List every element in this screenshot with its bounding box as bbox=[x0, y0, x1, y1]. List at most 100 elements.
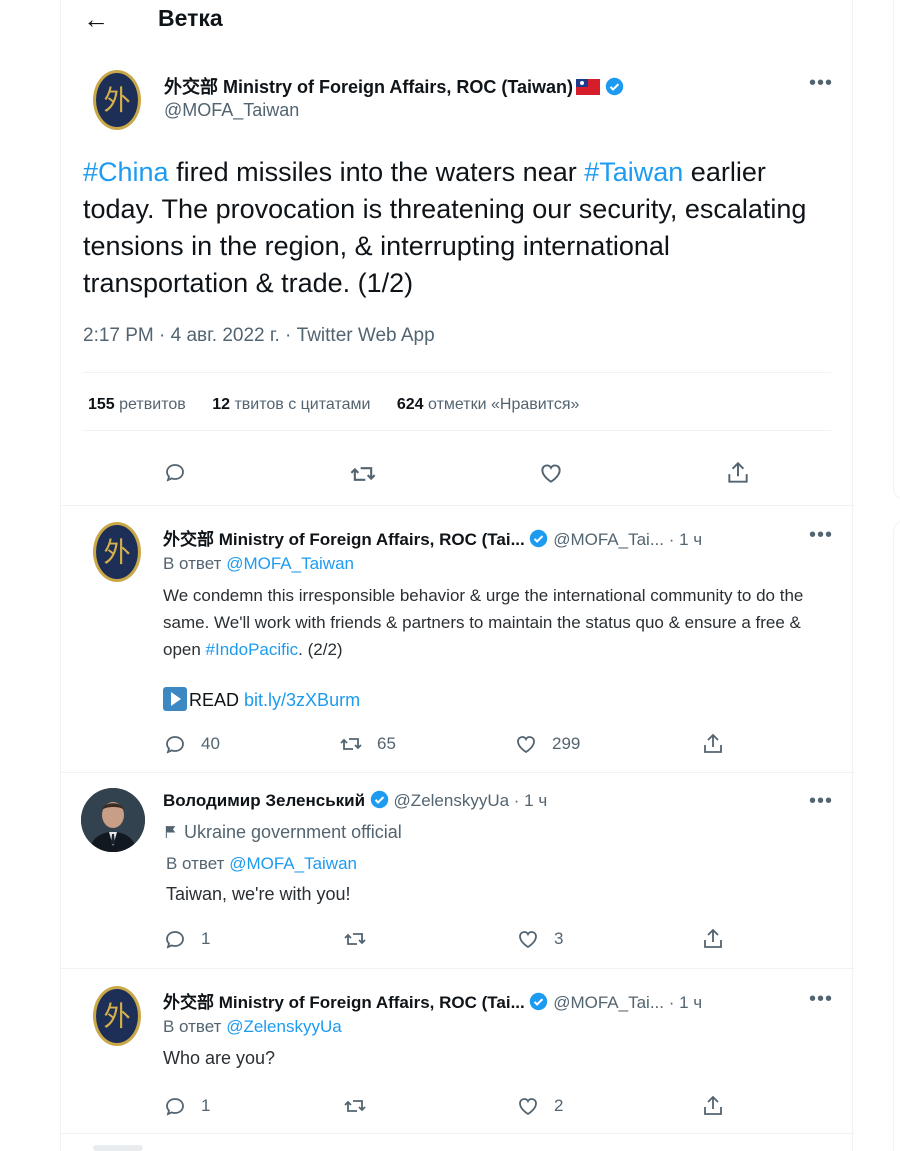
mofa-avatar[interactable]: 外 bbox=[93, 986, 141, 1046]
retweet-button[interactable] bbox=[343, 1094, 367, 1118]
retweet-button[interactable]: 65 bbox=[339, 732, 396, 756]
reply-button[interactable] bbox=[163, 460, 187, 484]
hashtag-china[interactable]: #China bbox=[83, 157, 169, 187]
tweet-time[interactable]: · 1 ч bbox=[669, 993, 702, 1012]
arrow-left-icon[interactable]: ← bbox=[83, 4, 109, 34]
reply-context: В ответ @MOFA_Taiwan bbox=[163, 554, 354, 573]
reply-context: В ответ @MOFA_Taiwan bbox=[166, 854, 357, 873]
reply-count: 1 bbox=[201, 929, 211, 948]
tweet-meta[interactable]: 2:17 PM · 4 авг. 2022 г. · Twitter Web A… bbox=[83, 325, 435, 347]
like-button[interactable]: 2 bbox=[516, 1094, 563, 1118]
reply-text: We condemn this irresponsible behavior &… bbox=[163, 586, 804, 659]
verified-badge-icon bbox=[605, 77, 624, 96]
author-handle[interactable]: @ZelenskyyUa bbox=[394, 791, 510, 810]
play-button-icon bbox=[163, 687, 187, 711]
side-panel-top bbox=[893, 0, 900, 500]
reply-count: 1 bbox=[201, 1096, 211, 1115]
government-label: Ukraine government official bbox=[163, 822, 402, 843]
tweet-stats: 155 ретвитов 12 твитов с цитатами 624 от… bbox=[88, 396, 579, 414]
hashtag-indopacific[interactable]: #IndoPacific bbox=[206, 640, 299, 659]
reply-icon bbox=[166, 931, 184, 949]
like-count: 299 bbox=[552, 734, 581, 753]
mofa-avatar[interactable]: 外 bbox=[93, 70, 141, 130]
reply-button[interactable]: 40 bbox=[163, 732, 220, 756]
tweet-text: #China fired missiles into the waters ne… bbox=[83, 157, 807, 298]
thread-column: ← Ветка 外 外交部 Ministry of Foreign Affair… bbox=[60, 0, 854, 1151]
retweets-stat[interactable]: 155 ретвитов bbox=[88, 396, 186, 413]
like-count: 2 bbox=[554, 1096, 564, 1115]
more-options-icon[interactable]: ••• bbox=[809, 524, 833, 547]
reply-header: 外交部 Ministry of Foreign Affairs, ROC (Ta… bbox=[163, 525, 702, 550]
reply-text: Who are you? bbox=[163, 1048, 276, 1068]
divider bbox=[83, 372, 831, 373]
share-button[interactable] bbox=[701, 927, 725, 951]
author-name[interactable]: 外交部 Ministry of Foreign Affairs, ROC (Ta… bbox=[164, 77, 573, 97]
divider bbox=[61, 1133, 854, 1134]
reply-header: 外交部 Ministry of Foreign Affairs, ROC (Ta… bbox=[163, 988, 702, 1013]
author-name[interactable]: Володимир Зеленський bbox=[163, 791, 365, 810]
reply-button[interactable]: 1 bbox=[163, 927, 210, 951]
zelenskyy-avatar[interactable] bbox=[81, 788, 145, 852]
heart-icon bbox=[541, 464, 561, 483]
reply-button[interactable]: 1 bbox=[163, 1094, 210, 1118]
divider bbox=[83, 430, 831, 431]
page-title: Ветка bbox=[158, 5, 223, 31]
taiwan-flag-icon bbox=[576, 79, 601, 95]
author-name[interactable]: 外交部 Ministry of Foreign Affairs, ROC (Ta… bbox=[163, 530, 525, 549]
reply-count: 40 bbox=[201, 734, 220, 753]
author-name[interactable]: 外交部 Ministry of Foreign Affairs, ROC (Ta… bbox=[163, 993, 525, 1012]
retweet-icon bbox=[340, 738, 362, 750]
next-avatar-partial bbox=[93, 1145, 143, 1151]
author-handle[interactable]: @MOFA_Taiwan bbox=[164, 100, 299, 121]
reply-icon bbox=[166, 464, 184, 482]
reply-header: Володимир Зеленський @ZelenskyyUa · 1 ч bbox=[163, 790, 547, 811]
flag-icon bbox=[165, 826, 176, 838]
thread-header: ← Ветка bbox=[61, 0, 854, 44]
author-handle[interactable]: @MOFA_Tai... bbox=[553, 530, 664, 549]
mofa-avatar[interactable]: 外 bbox=[93, 522, 141, 582]
tweet-time[interactable]: · 1 ч bbox=[669, 530, 702, 549]
more-options-icon[interactable]: ••• bbox=[809, 72, 833, 95]
reply-icon bbox=[166, 1098, 184, 1116]
like-button[interactable]: 3 bbox=[516, 927, 563, 951]
verified-badge-icon bbox=[530, 529, 548, 548]
heart-icon bbox=[519, 1098, 537, 1116]
verified-badge-icon bbox=[370, 790, 389, 809]
retweet-count: 65 bbox=[377, 734, 396, 753]
heart-icon bbox=[517, 736, 535, 754]
share-icon bbox=[704, 928, 722, 948]
mention-link[interactable]: @ZelenskyyUa bbox=[226, 1017, 342, 1036]
more-options-icon[interactable]: ••• bbox=[809, 790, 833, 813]
retweet-icon bbox=[344, 1100, 366, 1112]
like-button[interactable]: 299 bbox=[514, 732, 580, 756]
share-icon bbox=[728, 461, 748, 483]
retweet-button[interactable] bbox=[343, 927, 367, 951]
divider bbox=[61, 968, 854, 969]
like-button[interactable] bbox=[538, 460, 564, 486]
svg-text:外: 外 bbox=[103, 85, 130, 116]
svg-text:外: 外 bbox=[103, 1001, 130, 1032]
hashtag-taiwan[interactable]: #Taiwan bbox=[584, 157, 683, 187]
retweet-icon bbox=[350, 467, 376, 481]
retweet-button[interactable] bbox=[349, 460, 377, 488]
share-button[interactable] bbox=[725, 460, 751, 486]
mention-link[interactable]: @MOFA_Taiwan bbox=[229, 854, 357, 873]
tweet-time[interactable]: · 1 ч bbox=[514, 791, 547, 810]
more-options-icon[interactable]: ••• bbox=[809, 988, 833, 1011]
read-link[interactable]: bit.ly/3zXBurm bbox=[244, 690, 360, 710]
reply-icon bbox=[166, 736, 184, 754]
retweet-icon bbox=[344, 933, 366, 945]
share-icon bbox=[704, 1095, 722, 1115]
reply-text: Taiwan, we're with you! bbox=[166, 884, 351, 904]
like-count: 3 bbox=[554, 929, 564, 948]
share-button[interactable] bbox=[701, 1094, 725, 1118]
quotes-stat[interactable]: 12 твитов с цитатами bbox=[212, 396, 370, 413]
share-icon bbox=[704, 733, 722, 753]
likes-stat[interactable]: 624 отметки «Нравится» bbox=[397, 396, 580, 413]
reply-context: В ответ @ZelenskyyUa bbox=[163, 1017, 342, 1036]
share-button[interactable] bbox=[701, 732, 725, 756]
read-line: READ bit.ly/3zXBurm bbox=[163, 687, 360, 711]
author-handle[interactable]: @MOFA_Tai... bbox=[553, 993, 664, 1012]
divider bbox=[61, 505, 854, 506]
mention-link[interactable]: @MOFA_Taiwan bbox=[226, 554, 354, 573]
